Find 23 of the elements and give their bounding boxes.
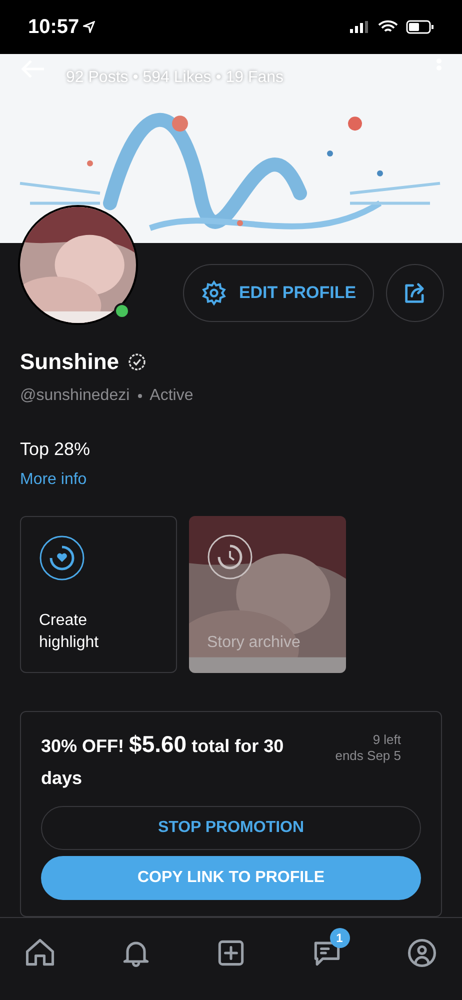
stop-promotion-button[interactable]: STOP PROMOTION [41,806,421,850]
notification-badge: 1 [330,928,350,948]
promotion-text: 30% OFF! $5.60 total for 30 days [41,730,285,790]
story-archive-label: Story archive [207,633,302,653]
profile-name: Sunshine [20,348,120,376]
edit-profile-button[interactable]: EDIT PROFILE [183,264,374,322]
wifi-icon [378,20,398,34]
gear-icon [200,280,227,306]
more-info-link[interactable]: More info [20,468,87,492]
remaining-count: 9 left [372,732,401,748]
activity-status: Active [150,386,194,406]
rank-text: Top 28% [19,438,92,461]
profile-icon[interactable] [405,936,439,970]
location-icon [83,21,96,33]
clock-icon [207,534,253,580]
status-time: 10:57 [28,15,80,40]
create-highlight-card[interactable]: Create highlight [20,516,177,673]
share-button[interactable] [386,264,444,322]
username: @sunshinedezi [20,386,130,406]
end-date: ends Sep 5 [335,748,401,764]
battery-icon [406,20,434,34]
signal-icon [350,21,370,33]
create-highlight-label: Create highlight [39,611,100,653]
